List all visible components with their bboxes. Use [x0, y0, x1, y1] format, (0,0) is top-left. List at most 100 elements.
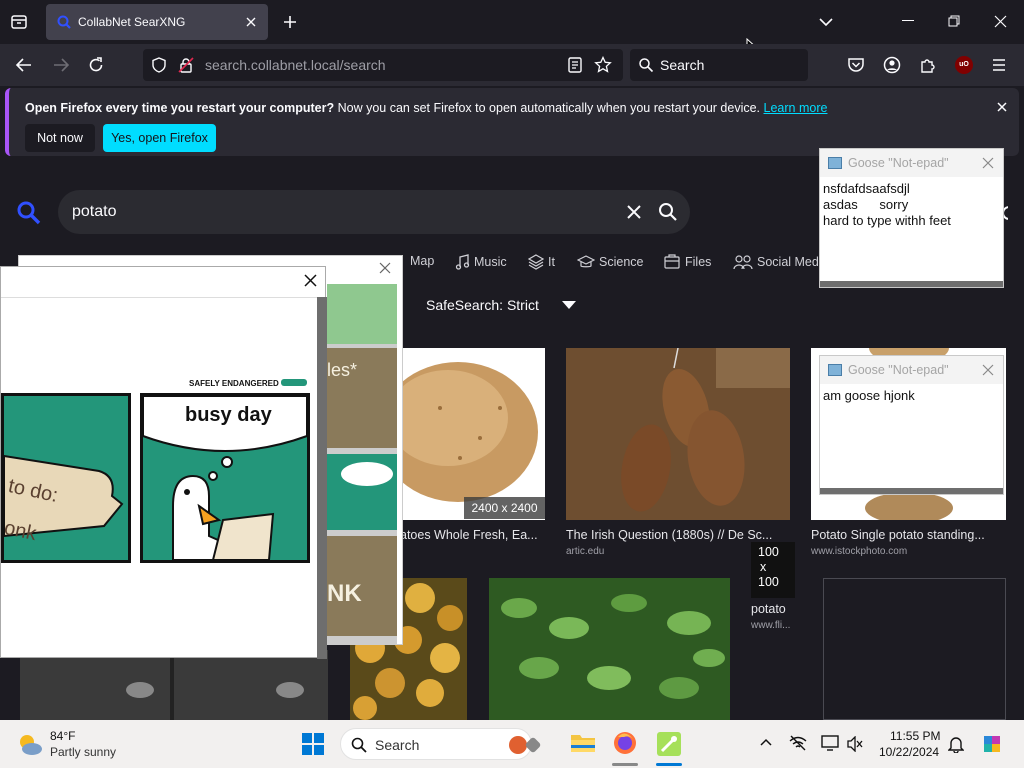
- result-source: www.fli...: [751, 620, 791, 631]
- layers-icon: [528, 254, 544, 270]
- searxng-logo-icon[interactable]: [16, 200, 42, 226]
- windows-taskbar: 84°F Partly sunny Search 11:55 PM 10/22/…: [0, 720, 1024, 768]
- result-image-grayscale[interactable]: [20, 650, 328, 720]
- firefox-icon[interactable]: [613, 731, 637, 755]
- close-meme-window-icon[interactable]: [304, 274, 317, 287]
- result-image-potato-plants[interactable]: [489, 578, 730, 720]
- minimize-button[interactable]: [902, 20, 914, 21]
- search-bar[interactable]: Search: [630, 49, 808, 81]
- search-submit-icon[interactable]: [658, 202, 678, 222]
- window-titlebar[interactable]: Goose "Not-epad": [820, 356, 1003, 384]
- category-files[interactable]: Files: [663, 254, 711, 270]
- clock-date[interactable]: 10/22/2024: [879, 745, 939, 759]
- default-browser-notification: Open Firefox every time you restart your…: [5, 88, 1019, 156]
- notification-bell-icon[interactable]: [948, 735, 964, 753]
- new-tab-button[interactable]: [282, 14, 298, 30]
- weather-desc[interactable]: Partly sunny: [50, 745, 116, 759]
- account-icon[interactable]: [883, 56, 901, 74]
- goose-notepad-window-1: Goose "Not-epad" nsfdafdsaafsdjl asdas s…: [819, 148, 1004, 288]
- reader-view-icon[interactable]: [567, 57, 583, 73]
- close-tab-icon[interactable]: [244, 15, 258, 29]
- graduation-cap-icon: [577, 255, 595, 268]
- taskbar-search-placeholder: Search: [375, 737, 420, 753]
- comic-watermark: SAFELY ENDANGERED: [189, 379, 279, 388]
- learn-more-link[interactable]: Learn more: [764, 101, 828, 115]
- forward-arrow-icon[interactable]: [52, 56, 70, 74]
- extensions-puzzle-icon[interactable]: [919, 56, 937, 74]
- close-notification-icon[interactable]: [997, 102, 1007, 112]
- pocket-icon[interactable]: [847, 56, 865, 74]
- category-map[interactable]: Map: [410, 254, 434, 268]
- comic-badge: [281, 379, 307, 386]
- search-query-input[interactable]: potato: [72, 203, 116, 221]
- search-bar-placeholder: Search: [660, 57, 705, 73]
- volume-muted-icon[interactable]: [847, 736, 863, 752]
- scrollbar[interactable]: [317, 297, 327, 659]
- category-it[interactable]: It: [528, 254, 555, 270]
- notepad-text-area[interactable]: am goose hjonk: [820, 384, 1003, 408]
- list-all-tabs-icon[interactable]: [10, 13, 28, 31]
- tab-list-chevron-icon[interactable]: [818, 15, 834, 29]
- result-source: www.istockphoto.com: [811, 546, 908, 557]
- result-caption[interactable]: The Irish Question (1880s) // De Sc...: [566, 528, 786, 542]
- files-icon: [664, 254, 680, 269]
- ublock-origin-icon[interactable]: uO: [955, 56, 973, 74]
- close-window-button[interactable]: [994, 15, 1007, 28]
- taskbar-search-box[interactable]: Search: [340, 728, 542, 760]
- bookmark-star-icon[interactable]: [594, 56, 612, 74]
- copilot-icon[interactable]: [980, 732, 1004, 756]
- result-image-placeholder[interactable]: [823, 578, 1006, 720]
- yes-open-firefox-button[interactable]: Yes, open Firefox: [103, 124, 216, 152]
- searxng-search-box[interactable]: potato: [58, 190, 690, 234]
- file-explorer-icon[interactable]: [570, 732, 596, 754]
- restore-button[interactable]: [948, 15, 960, 27]
- safesearch-dropdown-icon[interactable]: [562, 301, 576, 309]
- running-indicator: [612, 763, 638, 766]
- window-title: Goose "Not-epad": [848, 363, 949, 377]
- safesearch-select[interactable]: SafeSearch: Strict: [426, 297, 539, 313]
- goose-notepad-window-2: Goose "Not-epad" am goose hjonk: [819, 355, 1004, 495]
- notification-message: Open Firefox every time you restart your…: [25, 101, 828, 115]
- tab-active[interactable]: CollabNet SearXNG: [46, 4, 268, 40]
- image-size-badge: 2400 x 2400: [464, 497, 545, 519]
- show-hidden-icons-chevron-icon[interactable]: [760, 738, 772, 746]
- close-icon[interactable]: [982, 157, 994, 169]
- back-arrow-icon[interactable]: [15, 56, 33, 74]
- meme-image-window: to do: onk SAFELY ENDANGERED busy day: [0, 266, 327, 659]
- category-science[interactable]: Science: [577, 254, 643, 270]
- close-icon[interactable]: [379, 262, 391, 274]
- result-caption[interactable]: potato: [751, 602, 786, 616]
- reload-icon[interactable]: [87, 56, 105, 74]
- hamburger-menu-icon[interactable]: [991, 57, 1007, 73]
- clear-query-icon[interactable]: [627, 205, 641, 219]
- result-image-potato[interactable]: [400, 348, 545, 520]
- not-now-button[interactable]: Not now: [25, 124, 95, 152]
- weather-temp[interactable]: 84°F: [50, 729, 75, 743]
- category-social-media[interactable]: Social Medi: [733, 254, 822, 270]
- close-icon[interactable]: [982, 364, 994, 376]
- insecure-lock-icon[interactable]: [178, 57, 194, 73]
- comic-panel-right: busy day: [140, 393, 310, 563]
- network-disconnected-icon[interactable]: [789, 735, 807, 751]
- windows-start-icon[interactable]: [302, 733, 324, 755]
- window-bottom-bar: [820, 281, 1003, 287]
- result-caption[interactable]: atoes Whole Fresh, Ea...: [400, 528, 550, 542]
- result-caption[interactable]: Potato Single potato standing...: [811, 528, 1001, 542]
- meme-strip-peek: les* NK: [327, 284, 397, 644]
- window-bottom-bar: [820, 488, 1003, 494]
- active-indicator: [656, 763, 682, 766]
- image-size-badge-small: 100 x 100: [751, 542, 795, 598]
- desktop-goose-icon[interactable]: [656, 731, 682, 757]
- navigation-toolbar: search.collabnet.local/search Search uO: [0, 44, 1024, 86]
- display-icon[interactable]: [821, 735, 839, 751]
- url-text: search.collabnet.local/search: [205, 57, 386, 73]
- weather-partly-sunny-icon[interactable]: [16, 730, 44, 758]
- notepad-text-area[interactable]: nsfdafdsaafsdjl asdas sorry hard to type…: [820, 177, 1003, 233]
- shield-icon[interactable]: [151, 57, 167, 73]
- clock-time[interactable]: 11:55 PM: [890, 729, 940, 743]
- address-bar[interactable]: search.collabnet.local/search: [143, 49, 623, 81]
- result-image-irish-question[interactable]: [566, 348, 790, 520]
- window-titlebar[interactable]: Goose "Not-epad": [820, 149, 1003, 177]
- tab-strip: CollabNet SearXNG: [0, 0, 1024, 58]
- category-music[interactable]: Music: [454, 254, 507, 270]
